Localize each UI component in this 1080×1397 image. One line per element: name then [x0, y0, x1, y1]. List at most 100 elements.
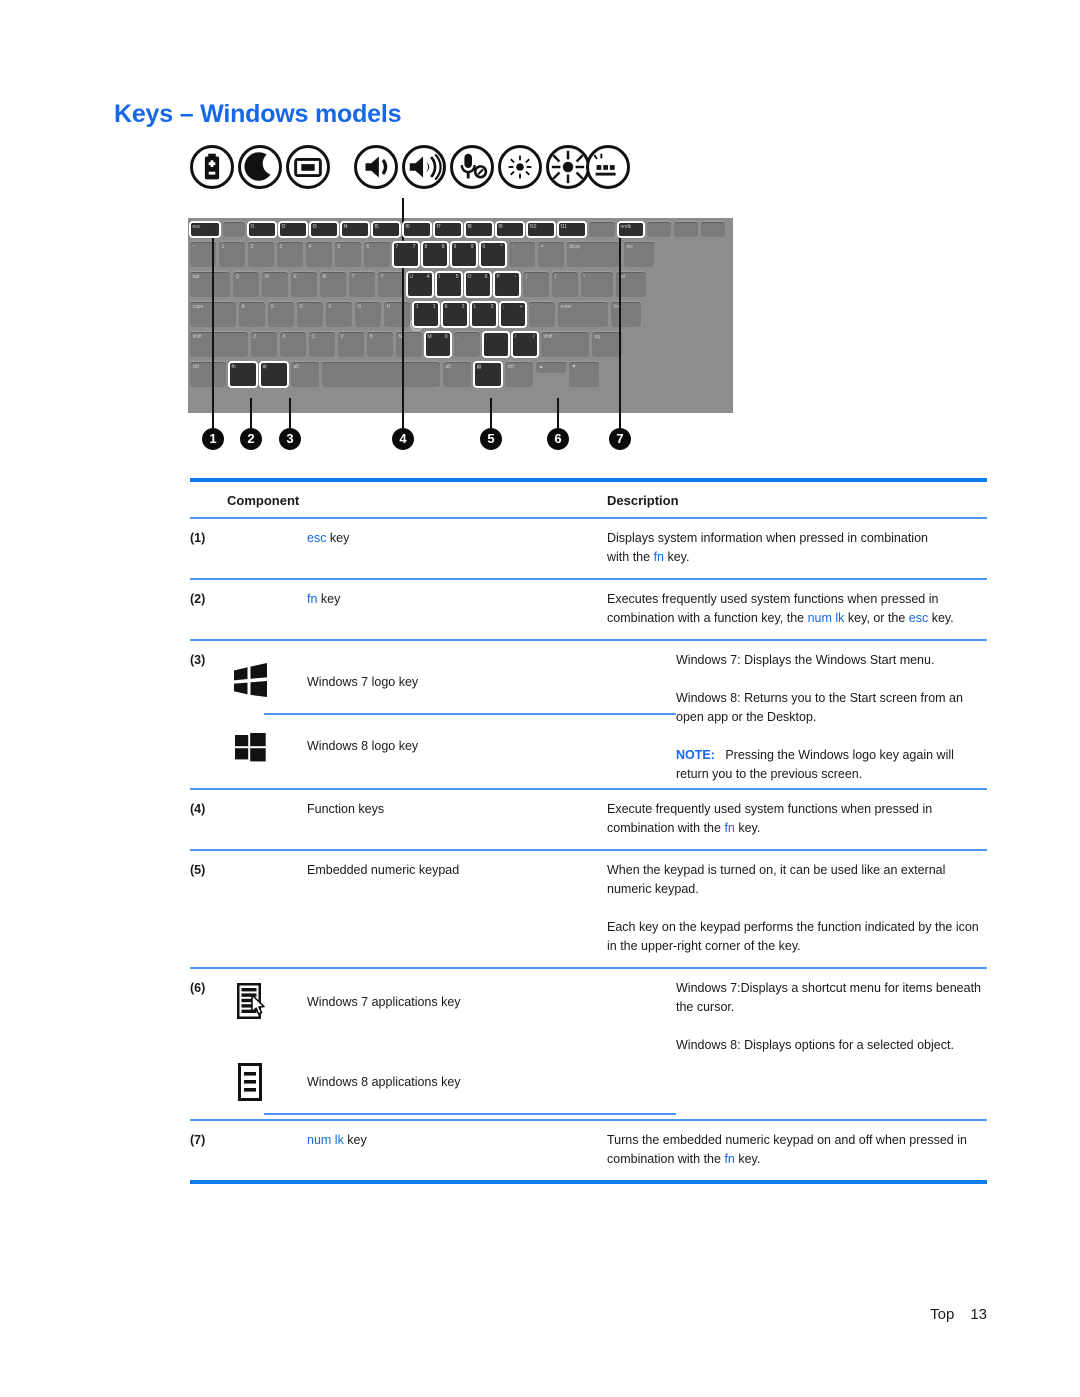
table-row: (5) Embedded numeric keypad When the key…	[190, 851, 987, 967]
leader-line-2	[250, 398, 252, 430]
leader-line-5	[490, 398, 492, 430]
function-key-icon-strip	[190, 145, 630, 199]
subrow-divider	[264, 1113, 676, 1115]
row-icon-cell	[227, 979, 307, 1025]
note-text: Pressing the Windows logo key again will…	[676, 748, 954, 781]
row-component-name: esc key	[307, 529, 607, 567]
keyboard-photo: esc f1 f2 f3 f4 f5 f6 f7 f8 f9 f10 f11 n…	[188, 218, 733, 413]
table-bottom-rule	[190, 1180, 987, 1184]
row-number: (3)	[190, 653, 206, 667]
row-description: Execute frequently used system functions…	[607, 800, 987, 838]
desc-text: key.	[734, 1152, 761, 1166]
table-row: (4) Function keys Execute frequently use…	[190, 790, 987, 849]
display-switch-icon	[286, 145, 330, 189]
callout-5: 5	[480, 428, 502, 450]
desc-text: Execute frequently used system functions…	[607, 802, 933, 835]
battery-icon	[190, 145, 234, 189]
row-component-name: num lk key	[307, 1131, 607, 1169]
row-icon-cell	[227, 723, 307, 769]
row-component-name: Windows 7 logo key	[307, 674, 419, 689]
column-header-component: Component	[227, 493, 300, 508]
row-description: Windows 7: Displays the Windows Start me…	[676, 651, 987, 784]
desc-text: key, or the	[844, 611, 909, 625]
row-icon-cell	[227, 1131, 307, 1169]
desc-text: key.	[664, 550, 690, 564]
windows-8-applications-key-icon	[227, 1059, 273, 1105]
row-number: (5)	[190, 863, 206, 877]
callout-4: 4	[392, 428, 414, 450]
esc-key-label: esc	[908, 611, 929, 625]
fn-key-label: fn	[724, 1152, 735, 1166]
desc-text: Windows 8: Returns you to the Start scre…	[676, 691, 963, 724]
row-description: Turns the embedded numeric keypad on and…	[607, 1131, 987, 1169]
desc-text: Each key on the keypad performs the func…	[607, 920, 979, 953]
table-row: (2) fn key Executes frequently used syst…	[190, 580, 987, 639]
leader-line-3	[289, 398, 291, 430]
row-icon-cell	[227, 800, 307, 838]
row-icon-cell	[227, 529, 307, 567]
column-header-description: Description	[607, 493, 679, 508]
keyboard-backlight-icon	[586, 145, 630, 189]
row-icon-cell	[227, 1059, 307, 1105]
windows-7-logo-icon	[227, 659, 273, 705]
num-lk-key-label: num lk	[307, 1133, 344, 1147]
windows-7-logo-subrow: Windows 7 logo key	[227, 651, 676, 713]
page-title: Keys – Windows models	[114, 100, 402, 128]
row-component-name: Function keys	[307, 802, 385, 816]
desc-text: key.	[928, 611, 954, 625]
row-description: When the keypad is turned on, it can be …	[607, 861, 987, 956]
leader-line-1	[212, 235, 214, 430]
table-row: (6) Windows 7 applications key Windows 8…	[190, 969, 987, 1119]
fn-key-label: fn	[724, 821, 735, 835]
screen-dim-icon	[498, 145, 542, 189]
leader-line-6	[557, 398, 559, 430]
microphone-mute-icon	[450, 145, 494, 189]
row-component-suffix: key	[317, 592, 341, 606]
row-component-name: Windows 7 applications key	[307, 995, 461, 1009]
footer-label: Top	[930, 1306, 955, 1323]
row-number: (4)	[190, 802, 206, 816]
row-description: Windows 7:Displays a shortcut menu for i…	[676, 979, 987, 1115]
num-lk-key-label: num lk	[807, 611, 845, 625]
windows-8-applications-key-subrow: Windows 8 applications key	[227, 1051, 676, 1113]
desc-text: Windows 7: Displays the Windows Start me…	[676, 653, 935, 667]
row-description: Displays system information when pressed…	[607, 529, 987, 567]
volume-down-icon	[354, 145, 398, 189]
windows-7-applications-key-subrow: Windows 7 applications key	[227, 979, 676, 1051]
callout-2: 2	[240, 428, 262, 450]
row-component-name: Embedded numeric keypad	[307, 863, 460, 877]
screen-brighten-icon	[546, 145, 590, 189]
row-number: (2)	[190, 592, 206, 606]
row-component-name: fn key	[307, 590, 607, 628]
table-row: (7) num lk key Turns the embedded numeri…	[190, 1121, 987, 1180]
note-label: NOTE:	[676, 748, 715, 762]
row-component-suffix: key	[326, 531, 350, 545]
desc-text: Windows 8: Displays options for a select…	[676, 1038, 954, 1052]
desc-text: When the keypad is turned on, it can be …	[607, 863, 946, 896]
row-number: (7)	[190, 1133, 206, 1147]
desc-text: with the	[607, 550, 654, 564]
row-component-suffix: key	[343, 1133, 367, 1147]
desc-text: Displays system information when pressed…	[607, 531, 928, 545]
keyboard-figure: esc f1 f2 f3 f4 f5 f6 f7 f8 f9 f10 f11 n…	[185, 140, 745, 470]
leader-line-7	[619, 235, 621, 430]
windows-8-logo-subrow: Windows 8 logo key	[227, 715, 676, 777]
callout-7: 7	[609, 428, 631, 450]
sleep-moon-icon	[238, 145, 282, 189]
row-icon-cell	[227, 590, 307, 628]
callout-1: 1	[202, 428, 224, 450]
desc-text: key.	[734, 821, 761, 835]
component-table: Component Description (1) esc key Displa…	[190, 478, 987, 1184]
row-icon-cell	[227, 659, 307, 705]
fn-key-label: fn	[307, 592, 318, 606]
row-component-name: Windows 8 logo key	[307, 738, 419, 753]
callout-3: 3	[279, 428, 301, 450]
fn-key-label: fn	[653, 550, 664, 564]
row-component-name: Windows 8 applications key	[307, 1074, 461, 1089]
page-footer: Top 13	[930, 1306, 987, 1323]
table-row: (3) Windows 7 logo key Windows 8 logo ke…	[190, 641, 987, 788]
windows-7-applications-key-icon	[227, 979, 273, 1025]
table-header-row: Component Description	[190, 482, 987, 517]
callout-6: 6	[547, 428, 569, 450]
windows-8-logo-icon	[227, 723, 273, 769]
